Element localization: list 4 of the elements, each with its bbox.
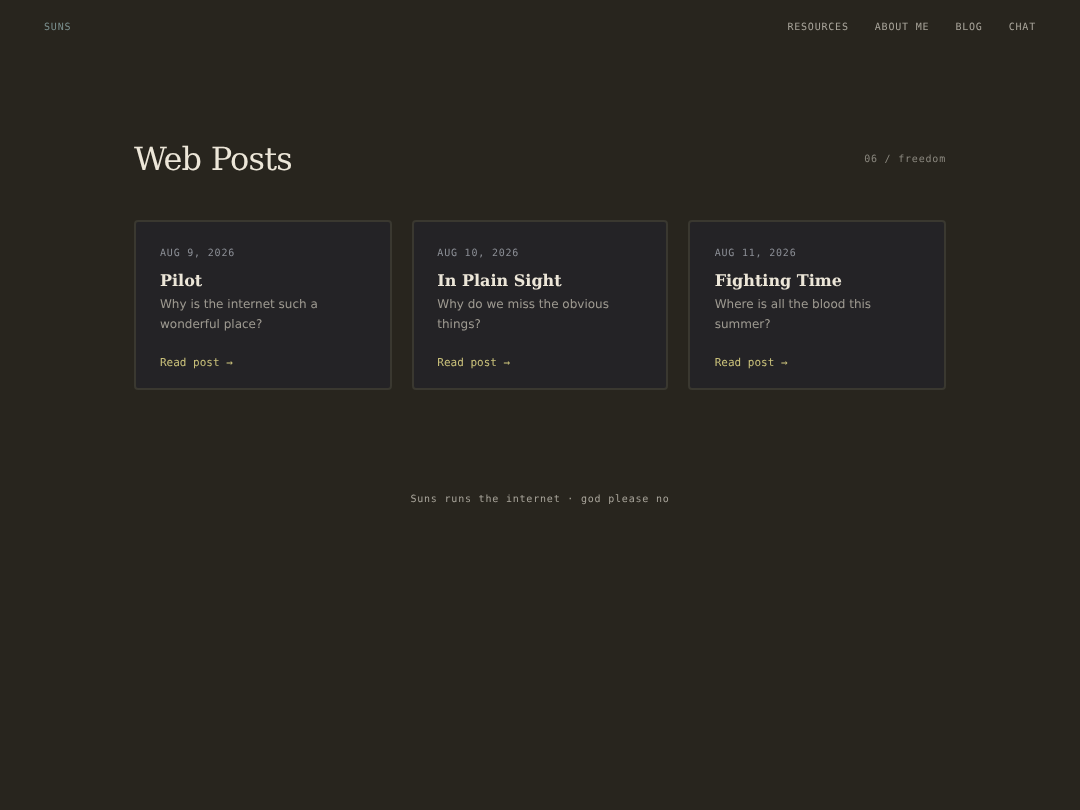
post-title: Fighting Time: [714, 270, 844, 290]
page-title: Web Posts: [134, 140, 292, 178]
post-title: In Plain Sight: [437, 270, 564, 290]
post-title: Pilot: [160, 270, 205, 290]
